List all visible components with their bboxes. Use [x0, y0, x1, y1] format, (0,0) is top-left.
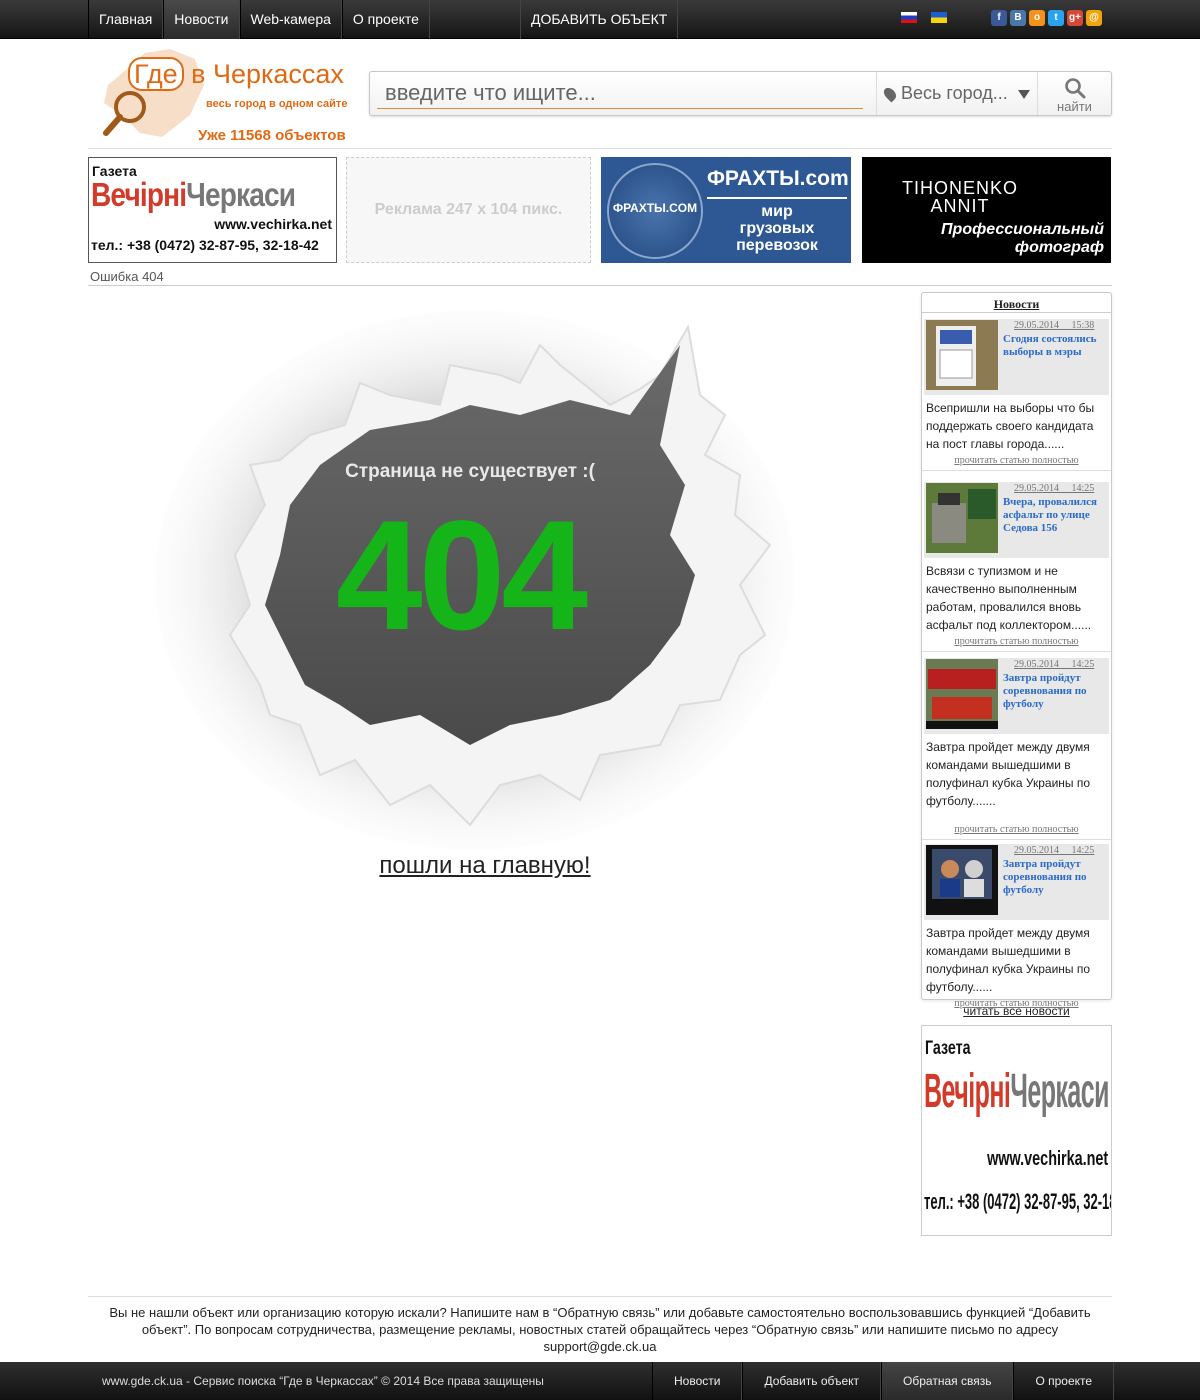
banner-tihonenko-name: TIHONENKO ANNIT — [902, 178, 1019, 216]
location-pin-icon — [881, 85, 899, 103]
banner-gazeta-label: Газета — [925, 1038, 971, 1059]
logo-tagline: весь город в одном сайте — [206, 98, 348, 110]
news-item: 29.05.2014 15:38 Сгодня состоялись выбор… — [922, 319, 1111, 476]
news-text: Всвязи с тупизмом и не качественно выпол… — [926, 564, 1092, 632]
site-logo[interactable]: Где в Черкассах весь город в одном сайте… — [100, 45, 360, 145]
news-thumbnail[interactable] — [926, 320, 998, 390]
divider — [88, 148, 1112, 149]
facebook-icon[interactable]: f — [991, 10, 1007, 26]
read-more-link[interactable]: прочитать статью полностью — [922, 453, 1111, 471]
globe-icon: ФРАХТЫ.COM — [607, 163, 703, 259]
news-widget-title[interactable]: Новости — [922, 293, 1111, 313]
news-date: 29.05.2014 15:38 — [1014, 320, 1095, 331]
google-plus-icon[interactable]: g+ — [1067, 10, 1083, 26]
footer-nav-about[interactable]: О проекте — [1013, 1362, 1115, 1400]
news-date: 29.05.2014 14:25 — [1014, 483, 1095, 494]
breadcrumb: Ошибка 404 — [90, 269, 164, 284]
language-switcher — [901, 12, 947, 23]
divider — [88, 1296, 1112, 1297]
copyright: www.gde.ck.ua - Сервис поиска “Где в Чер… — [102, 1374, 544, 1388]
banner-vechirka-tel: тел.: +38 (0472) 32-87-95, 32-18-42 — [91, 237, 319, 253]
city-select-value: Весь город... — [901, 83, 1008, 103]
dropdown-arrow-icon — [1018, 90, 1030, 99]
read-more-link[interactable]: прочитать статью полностью — [922, 822, 1111, 840]
go-home-link[interactable]: пошли на главную! — [340, 852, 630, 880]
footer-nav-feedback[interactable]: Обратная связь — [881, 1362, 1014, 1400]
nav-home[interactable]: Главная — [88, 0, 164, 39]
error-code: 404 — [335, 489, 588, 663]
news-date: 29.05.2014 14:25 — [1014, 659, 1095, 670]
logo-title: Где в Черкассах — [128, 57, 344, 91]
news-item: 29.05.2014 14:25 Завтра пройдут соревнов… — [922, 844, 1111, 1013]
banner-vechirka-url: www.vechirka.net — [986, 1148, 1108, 1170]
flag-ru-icon[interactable] — [901, 12, 917, 23]
news-headline[interactable]: Сгодня состоялись выборы в мэры — [1003, 333, 1109, 359]
banner-vechirka[interactable]: Газета ВечірніЧеркаси www.vechirka.net т… — [88, 157, 337, 263]
banner-frakhty[interactable]: ФРАХТЫ.COM ФРАХТЫ.com мир грузовых перев… — [601, 157, 851, 263]
banner-vechirka-url: www.vechirka.net — [214, 216, 332, 232]
news-headline[interactable]: Завтра пройдут соревнования по футболу — [1003, 858, 1109, 897]
news-date: 29.05.2014 14:25 — [1014, 845, 1095, 856]
news-headline[interactable]: Завтра пройдут соревнования по футболу — [1003, 672, 1109, 711]
banner-vechirka-sidebar[interactable]: Газета ВечірніЧеркаси www.vechirka.net т… — [921, 1025, 1112, 1236]
news-widget: Новости 29.05.2014 15:38 Сгодня состояли… — [921, 292, 1112, 1009]
news-headline[interactable]: Вчера, провалился асфальт по улице Седов… — [1003, 496, 1109, 535]
banner-frakhty-subtitle: мир грузовых перевозок — [736, 203, 818, 254]
social-links: f B o t g+ @ — [991, 10, 1102, 26]
nav-news[interactable]: Новости — [163, 0, 240, 39]
mail-icon[interactable]: @ — [1086, 10, 1102, 26]
divider — [88, 285, 1112, 286]
search-button-label: найти — [1057, 99, 1092, 114]
banner-vechirka-name: ВечірніЧеркаси — [91, 176, 296, 213]
logo-gde: Где — [128, 57, 184, 91]
news-thumbnail[interactable] — [926, 845, 998, 915]
twitter-icon[interactable]: t — [1048, 10, 1064, 26]
banner-vechirka-tel: тел.: +38 (0472) 32-87-95, 32-18-42 — [924, 1189, 1111, 1214]
footer-nav: Новости Добавить объект Обратная связь О… — [652, 1362, 1115, 1400]
nav-about[interactable]: О проекте — [341, 0, 430, 39]
banner-tihonenko[interactable]: TIHONENKO ANNIT Профессиональный фотогра… — [862, 157, 1111, 263]
news-text: Всепришли на выборы что бы поддержать св… — [926, 401, 1095, 451]
news-thumbnail[interactable] — [926, 659, 998, 729]
nav-webcam[interactable]: Web-камера — [239, 0, 342, 39]
banner-tihonenko-tagline: Профессиональный фотограф — [941, 221, 1104, 256]
banner-ad-placeholder[interactable]: Реклама 247 x 104 пикс. — [346, 157, 591, 263]
flag-ua-icon[interactable] — [931, 12, 947, 23]
footer-info-text: Вы не нашли объект или организацию котор… — [109, 1305, 1091, 1354]
news-thumbnail[interactable] — [926, 483, 998, 553]
footer-nav-news[interactable]: Новости — [652, 1362, 743, 1400]
add-object-button[interactable]: ДОБАВИТЬ ОБЪЕКТ — [520, 0, 679, 39]
search-input[interactable] — [377, 78, 863, 109]
city-select[interactable]: Весь город... — [876, 72, 1038, 115]
odnoklassniki-icon[interactable]: o — [1029, 10, 1045, 26]
news-item: 29.05.2014 14:25 Завтра пройдут соревнов… — [922, 658, 1111, 840]
read-more-link[interactable]: прочитать статью полностью — [922, 634, 1111, 652]
bottom-bar: www.gde.ck.ua - Сервис поиска “Где в Чер… — [0, 1362, 1200, 1400]
search-icon — [1064, 78, 1085, 99]
news-text: Завтра пройдет между двумя командами выш… — [926, 740, 1091, 808]
logo-v: в — [191, 59, 206, 89]
objects-count: Уже 11568 объектов — [198, 127, 346, 144]
top-bar: Главная Новости Web-камера О проекте ДОБ… — [0, 0, 1200, 39]
news-text: Завтра пройдет между двумя командами выш… — [926, 926, 1091, 994]
banner-vechirka-name: ВечірніЧеркаси — [924, 1065, 1109, 1118]
logo-city: Черкассах — [212, 59, 344, 89]
search-bar: Весь город... найти — [369, 71, 1112, 116]
all-news-link[interactable]: читать все новости — [921, 1004, 1112, 1018]
vkontakte-icon[interactable]: B — [1010, 10, 1026, 26]
footer-nav-add-object[interactable]: Добавить объект — [742, 1362, 882, 1400]
news-item: 29.05.2014 14:25 Вчера, провалился асфал… — [922, 482, 1111, 652]
banner-frakhty-title: ФРАХТЫ.com — [707, 167, 849, 199]
search-button[interactable]: найти — [1037, 72, 1111, 115]
top-nav: Главная Новости Web-камера О проекте — [88, 0, 430, 39]
error-message: Страница не существует :( — [345, 461, 595, 482]
